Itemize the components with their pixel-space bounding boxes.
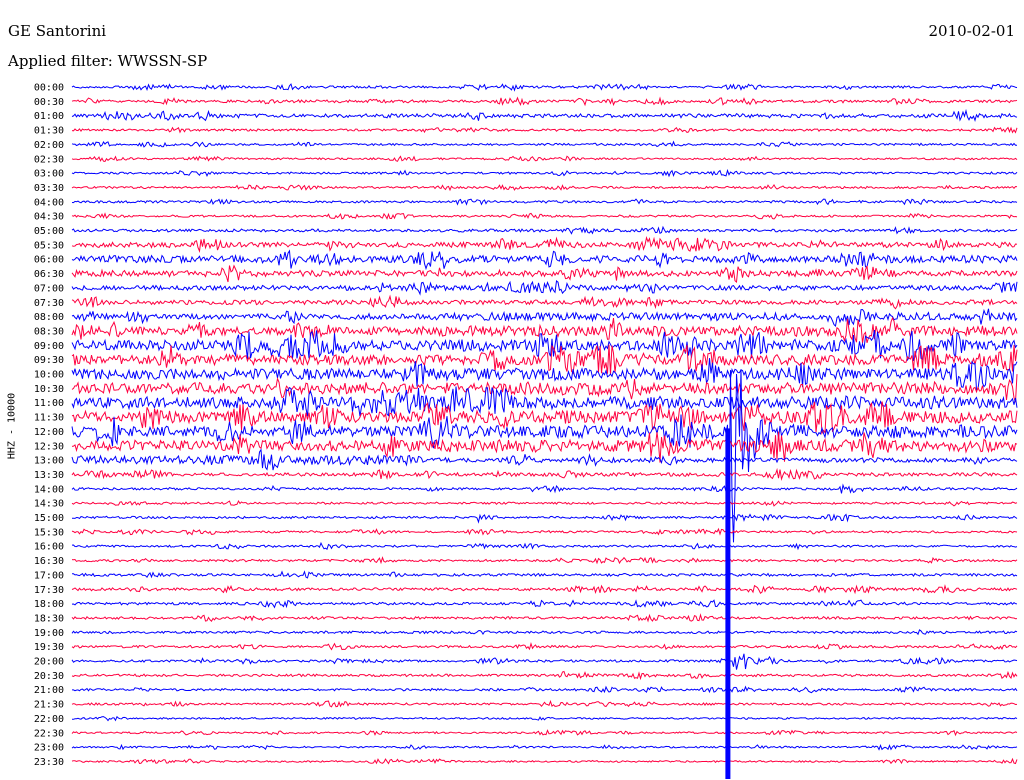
trace-row-2330 xyxy=(71,757,1018,765)
tick-label: 22:30 xyxy=(34,728,64,739)
tick-label: 12:30 xyxy=(34,441,64,452)
trace-row-2300 xyxy=(71,743,1018,751)
tick-label: 05:00 xyxy=(34,226,64,237)
trace-row-0200 xyxy=(71,140,1017,148)
trace-row-2200 xyxy=(72,715,1018,722)
trace-row-0030 xyxy=(71,96,1018,107)
tick-label: 17:00 xyxy=(34,570,64,581)
trace-row-1030 xyxy=(71,374,1018,403)
trace-row-2000 xyxy=(71,653,1018,670)
earthquake-spike xyxy=(725,428,731,779)
tick-label: 05:30 xyxy=(34,240,64,251)
trace-row-0600 xyxy=(71,249,1018,271)
tick-label: 01:00 xyxy=(34,111,64,122)
trace-row-1500 xyxy=(71,513,1018,524)
tick-label: 23:30 xyxy=(34,757,64,768)
tick-label: 21:30 xyxy=(34,700,64,711)
trace-row-2230 xyxy=(71,729,1018,737)
helicorder-figure: GE Santorini 2010-02-01 Applied filter: … xyxy=(0,0,1024,780)
tick-label: 03:30 xyxy=(34,183,64,194)
trace-row-1930 xyxy=(71,641,1018,651)
tick-label: 22:00 xyxy=(34,714,64,725)
tick-label: 20:30 xyxy=(34,671,64,682)
trace-row-0330 xyxy=(71,183,1018,192)
tick-label: 08:00 xyxy=(34,312,64,323)
trace-row-0500 xyxy=(71,225,1018,235)
tick-label: 04:30 xyxy=(34,212,64,223)
trace-row-1300 xyxy=(71,448,1018,471)
tick-label: 15:30 xyxy=(34,527,64,538)
tick-label: 03:00 xyxy=(34,169,64,180)
trace-row-0530 xyxy=(71,236,1018,253)
trace-row-0730 xyxy=(71,294,1018,310)
tick-label: 19:30 xyxy=(34,642,64,653)
tick-label: 20:00 xyxy=(34,657,64,668)
trace-row-1830 xyxy=(71,613,1018,623)
tick-label: 09:00 xyxy=(34,341,64,352)
tick-label: 08:30 xyxy=(34,326,64,337)
trace-row-1700 xyxy=(71,570,1018,579)
trace-row-1530 xyxy=(71,527,1018,536)
tick-label: 23:00 xyxy=(34,743,64,754)
tick-label: 11:30 xyxy=(34,413,64,424)
trace-row-0400 xyxy=(71,198,1018,206)
tick-label: 09:30 xyxy=(34,355,64,366)
trace-row-1330 xyxy=(71,467,1018,481)
trace-row-2030 xyxy=(71,670,1018,681)
tick-label: 11:00 xyxy=(34,398,64,409)
trace-row-1400 xyxy=(71,483,1018,494)
tick-label: 18:30 xyxy=(34,613,64,624)
tick-label: 17:30 xyxy=(34,585,64,596)
tick-label: 06:00 xyxy=(34,255,64,266)
trace-row-0100 xyxy=(71,108,1018,122)
tick-label: 04:00 xyxy=(34,197,64,208)
trace-row-0630 xyxy=(71,264,1018,284)
tick-label: 16:30 xyxy=(34,556,64,567)
trace-row-1600 xyxy=(71,541,1018,551)
trace-row-0130 xyxy=(71,126,1018,134)
tick-label: 10:30 xyxy=(34,384,64,395)
tick-label: 14:00 xyxy=(34,484,64,495)
tick-label: 18:00 xyxy=(34,599,64,610)
tick-label: 10:00 xyxy=(34,370,64,381)
trace-row-1630 xyxy=(71,556,1018,565)
tick-label: 07:30 xyxy=(34,298,64,309)
trace-row-2100 xyxy=(72,685,1018,694)
tick-label: 01:30 xyxy=(34,126,64,137)
tick-label: 12:00 xyxy=(34,427,64,438)
tick-label: 13:00 xyxy=(34,456,64,467)
tick-label: 00:00 xyxy=(34,83,64,94)
helicorder-plot: 00:00 00:30 01:00 01:30 02:00 02:30 03:00 03:30… xyxy=(34,83,1018,779)
trace-row-1800 xyxy=(71,599,1018,609)
tick-label: 15:00 xyxy=(34,513,64,524)
trace-row-0700 xyxy=(71,280,1018,296)
trace-row-0300 xyxy=(71,168,1018,178)
tick-label: 14:30 xyxy=(34,499,64,510)
trace-row-2130 xyxy=(71,699,1018,708)
trace-row-0800 xyxy=(71,308,1018,327)
trace-row-1900 xyxy=(71,629,1018,636)
trace-row-1430 xyxy=(71,500,1018,507)
tick-label: 21:00 xyxy=(34,685,64,696)
tick-label: 07:00 xyxy=(34,283,64,294)
trace-row-0000 xyxy=(71,83,1018,92)
trace-row-0430 xyxy=(71,212,1018,220)
tick-label: 16:00 xyxy=(34,542,64,553)
tick-label: 00:30 xyxy=(34,97,64,108)
tick-label: 02:30 xyxy=(34,154,64,165)
trace-row-0230 xyxy=(71,155,1018,162)
tick-label: 02:00 xyxy=(34,140,64,151)
trace-row-1730 xyxy=(71,584,1018,595)
tick-label: 19:00 xyxy=(34,628,64,639)
tick-label: 13:30 xyxy=(34,470,64,481)
tick-label: 06:30 xyxy=(34,269,64,280)
